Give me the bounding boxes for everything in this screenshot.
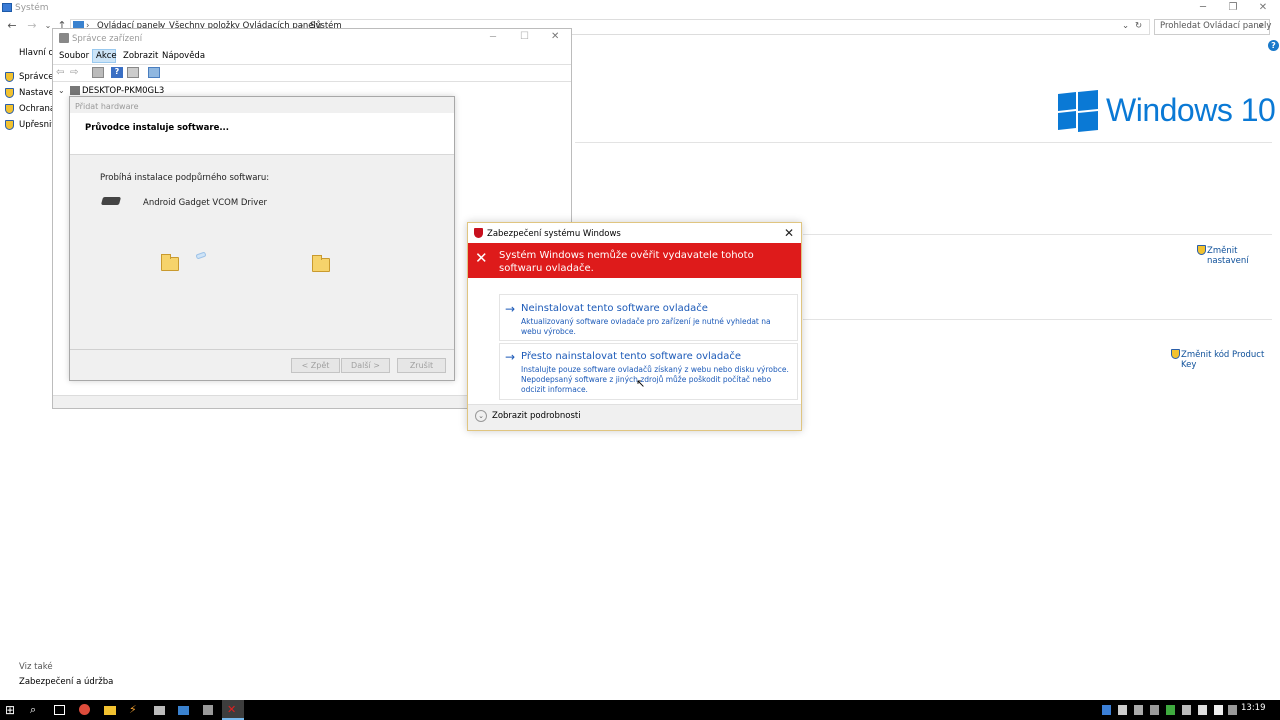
menu-help[interactable]: Nápověda [162,51,205,61]
forward-arrow-icon[interactable]: ⇨ [70,67,82,78]
computer-icon [70,86,80,95]
app-icon[interactable] [178,706,189,715]
security-app-icon[interactable]: ✕ [227,703,241,717]
system-window-icon [2,3,12,12]
search-icon[interactable]: ⌕ [30,703,44,717]
security-shield-icon [474,228,483,238]
shield-icon [5,104,14,114]
install-status-text: Probíhá instalace podpůrného softwaru: [100,173,270,183]
security-dialog-title: Zabezpečení systému Windows [487,229,621,239]
tray-icon[interactable] [1150,705,1159,715]
install-anyway-description: Instalujte pouze software ovladačů získa… [521,365,789,394]
tray-icon[interactable] [1118,705,1127,715]
section-divider [803,319,1272,320]
back-arrow-icon[interactable]: ← [4,19,20,33]
next-button[interactable]: Další > [341,358,390,373]
toolbar-divider [53,64,571,65]
error-x-icon: ✕ [475,249,488,267]
driver-device-icon [100,197,122,205]
shield-icon [5,88,14,98]
close-icon[interactable]: ✕ [551,31,559,42]
tray-icon[interactable] [1134,705,1143,715]
toolbar-divider [53,81,571,82]
wizard-title: Přidat hardware [75,102,139,111]
change-product-key-link[interactable]: Změnit kód Product Key [1181,350,1280,370]
wizard-divider [70,349,454,350]
restore-icon[interactable]: ❐ [1218,1,1248,15]
dont-install-description: Aktualizovaný software ovladače pro zaří… [521,317,771,336]
system-window-title: Systém [15,3,49,13]
minimize-icon[interactable]: ─ [490,32,496,43]
back-arrow-icon[interactable]: ⇦ [56,67,68,78]
wizard-heading: Průvodce instaluje software... [85,123,230,133]
close-icon[interactable]: ✕ [784,226,794,240]
device-manager-icon[interactable] [203,705,213,715]
device-manager-title: Správce zařízení [72,34,143,44]
system-titlebar [0,0,1280,16]
cancel-button[interactable]: Zrušit [397,358,446,373]
menu-view[interactable]: Zobrazit [123,51,158,61]
wizard-header [70,113,454,155]
driver-name: Android Gadget VCOM Driver [143,198,268,208]
warning-message: Systém Windows nemůže ověřit vydavatele … [499,250,754,274]
close-icon[interactable]: ✕ [1248,1,1278,15]
network-icon[interactable] [1198,705,1207,715]
sidebar-item-protection[interactable]: Ochrana [19,104,55,114]
section-divider [575,142,1272,143]
taskbar-clock[interactable]: 13:19 [1241,703,1266,713]
menu-file[interactable]: Soubor [59,51,89,61]
chevron-down-icon[interactable]: ⌄ [58,86,65,95]
folder-icon [161,254,179,271]
change-settings-link[interactable]: Změnit nastavení [1207,246,1280,266]
task-view-icon[interactable] [54,705,65,715]
menu-action[interactable]: Akce [96,51,117,61]
forward-arrow-icon[interactable]: → [24,19,40,33]
tray-icon[interactable] [1182,705,1191,715]
start-button-icon[interactable]: ⊞ [5,703,19,717]
tray-icon[interactable] [1102,705,1111,715]
volume-icon[interactable] [1214,705,1223,715]
sidebar-item-advanced[interactable]: Upřesnit [19,120,55,130]
help-icon[interactable]: ? [1268,40,1279,51]
mouse-cursor-icon: ↖ [636,377,646,390]
keyboard-icon[interactable] [1228,705,1237,715]
see-also-heading: Viz také [19,662,53,672]
show-details-link[interactable]: Zobrazit podrobnosti [492,411,581,421]
maximize-icon[interactable]: ☐ [520,31,529,42]
app-icon[interactable] [154,706,165,715]
shield-icon [5,120,14,130]
security-maintenance-link[interactable]: Zabezpečení a údržba [19,677,113,687]
file-explorer-icon[interactable] [104,706,116,715]
tree-root-computer[interactable]: DESKTOP-PKM0GL3 [82,86,164,96]
search-placeholder: Prohledat Ovládací panely [1160,21,1272,31]
device-manager-icon [59,33,69,43]
arrow-right-icon: → [505,350,516,364]
properties-icon[interactable] [92,67,104,78]
shield-icon [5,72,14,82]
chevron-down-icon[interactable]: ⌄ [475,410,487,422]
help-icon[interactable]: ? [111,67,123,78]
windows-10-brand: Windows 10 [1106,92,1276,128]
app-icon[interactable]: ⚡ [129,703,143,717]
chrome-icon[interactable] [79,704,90,715]
refresh-icon[interactable]: ↻ [1135,21,1142,31]
tray-icon[interactable] [1166,705,1175,715]
folder-icon [312,255,330,272]
shield-icon [1171,349,1180,359]
dont-install-title[interactable]: Neinstalovat tento software ovladače [521,303,708,314]
back-button[interactable]: < Zpět [291,358,340,373]
arrow-right-icon: → [505,302,516,316]
monitor-icon[interactable] [148,67,160,78]
view-icon[interactable] [127,67,139,78]
search-icon[interactable]: ⌕ [1258,20,1264,31]
shield-icon [1197,245,1206,255]
minimize-icon[interactable]: ─ [1188,1,1218,15]
windows-logo-icon [1058,89,1098,133]
address-dropdown-icon[interactable]: ⌄ [1122,21,1129,31]
section-divider [803,234,1272,235]
taskbar [0,700,1280,720]
install-anyway-title[interactable]: Přesto nainstalovat tento software ovlad… [521,351,741,362]
